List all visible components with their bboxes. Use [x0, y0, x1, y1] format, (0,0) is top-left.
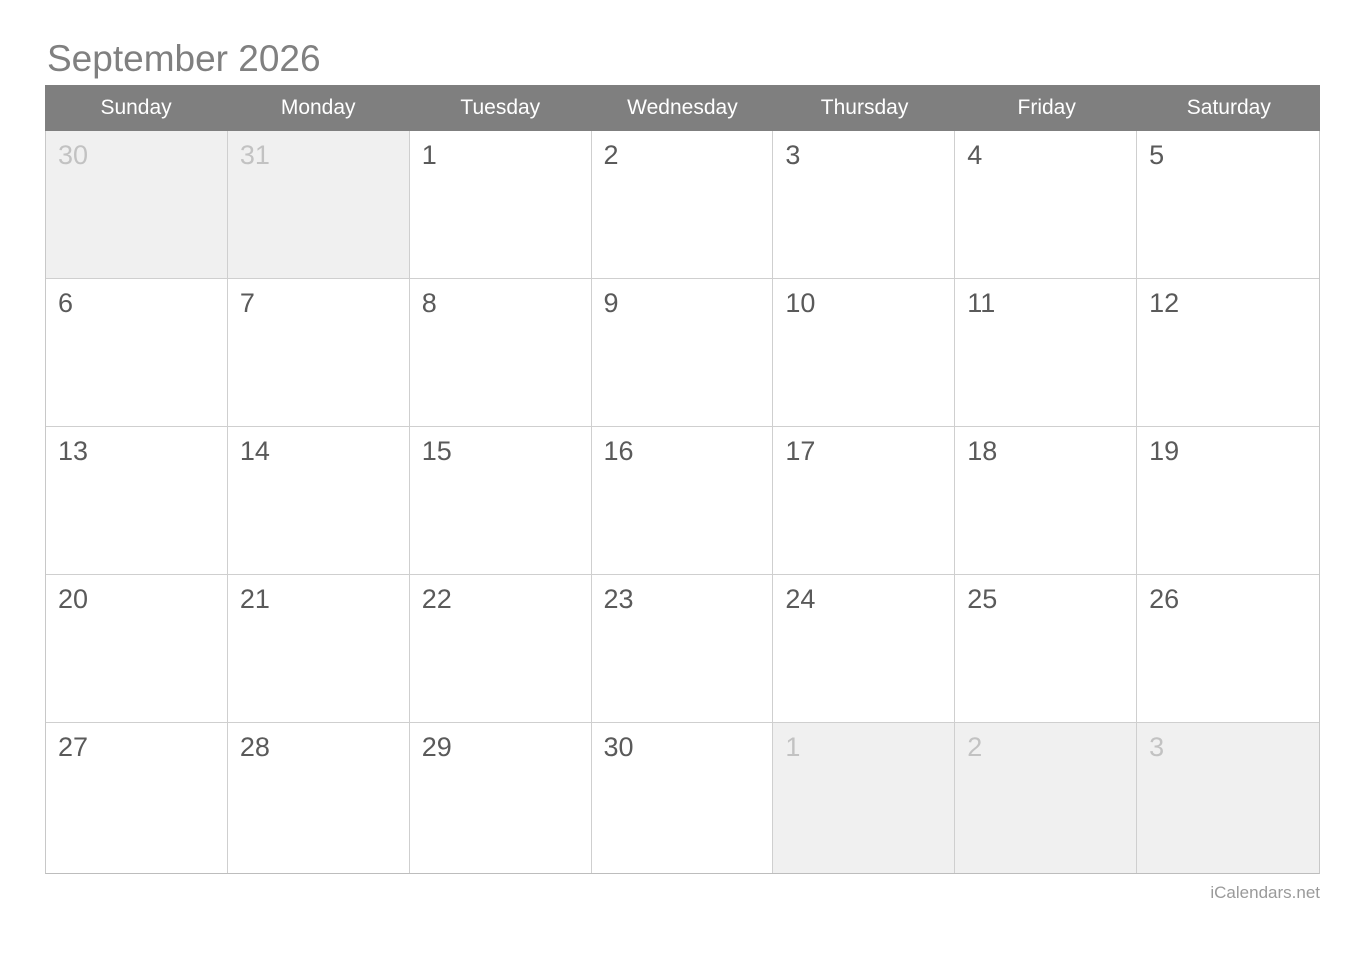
- calendar-day-cell[interactable]: 8: [409, 279, 592, 427]
- calendar-day-cell[interactable]: 7: [227, 279, 410, 427]
- calendar-day-cell[interactable]: 2: [955, 723, 1138, 873]
- calendar-week-row: 27 28 29 30 1 2 3: [46, 723, 1319, 873]
- day-number: 1: [421, 140, 437, 170]
- calendar-day-cell[interactable]: 1: [773, 723, 956, 873]
- day-number: 25: [967, 584, 998, 614]
- weekday-header-wednesday: Wednesday: [627, 96, 738, 119]
- calendar-day-cell[interactable]: 13: [46, 427, 228, 575]
- day-number: 7: [239, 288, 255, 318]
- calendar-day-cell[interactable]: 12: [1137, 279, 1319, 427]
- day-number: 24: [785, 584, 816, 614]
- weekday-header-saturday: Saturday: [1186, 96, 1271, 119]
- calendar-day-cell[interactable]: 16: [591, 427, 774, 575]
- calendar-day-cell[interactable]: 19: [1137, 427, 1319, 575]
- day-number: 30: [603, 732, 634, 762]
- calendar-day-cell[interactable]: 26: [1137, 575, 1319, 723]
- calendar-week-row: 20 21 22 23 24 25 26: [46, 575, 1319, 723]
- day-number: 29: [421, 732, 452, 762]
- day-number: 12: [1149, 288, 1180, 318]
- calendar-weeks: 30 31 1 2 3 4 5 6 7 8 9 10 11 12 13 14 15 16 17 18 19 20 21 22 2…: [45, 131, 1320, 874]
- calendar-day-cell[interactable]: 5: [1137, 131, 1319, 279]
- calendar-day-cell[interactable]: 4: [955, 131, 1138, 279]
- calendar-day-cell[interactable]: 18: [955, 427, 1138, 575]
- calendar-day-cell[interactable]: 10: [773, 279, 956, 427]
- day-number: 19: [1149, 436, 1180, 466]
- calendar-day-cell[interactable]: 24: [773, 575, 956, 723]
- calendar-day-cell[interactable]: 30: [46, 131, 228, 279]
- day-number: 3: [1149, 732, 1165, 762]
- weekday-header-friday: Friday: [1017, 96, 1076, 119]
- calendar-day-cell[interactable]: 21: [227, 575, 410, 723]
- calendar-day-cell[interactable]: 23: [591, 575, 774, 723]
- day-number: 17: [785, 436, 816, 466]
- calendar-day-cell[interactable]: 25: [955, 575, 1138, 723]
- calendar-day-cell[interactable]: 6: [46, 279, 228, 427]
- site-credit: iCalendars.net: [1210, 883, 1320, 902]
- day-number: 22: [421, 584, 452, 614]
- calendar-week-row: 13 14 15 16 17 18 19: [46, 427, 1319, 575]
- calendar-day-cell[interactable]: 29: [409, 723, 592, 873]
- calendar-week-row: 6 7 8 9 10 11 12: [46, 279, 1319, 427]
- day-number: 23: [603, 584, 634, 614]
- weekday-header-row: Sunday Monday Tuesday Wednesday Thursday Frid…: [45, 85, 1320, 131]
- day-number: 10: [785, 288, 816, 318]
- day-number: 27: [58, 732, 89, 762]
- weekday-header-thursday: Thursday: [820, 96, 909, 119]
- calendar-day-cell[interactable]: 28: [227, 723, 410, 873]
- calendar-day-cell[interactable]: 22: [409, 575, 592, 723]
- calendar-day-cell[interactable]: 9: [591, 279, 774, 427]
- day-number: 21: [239, 584, 270, 614]
- calendar-page: September 2026 Sunday Monday Tuesday Wednes…: [0, 0, 1366, 965]
- calendar-day-cell[interactable]: 15: [409, 427, 592, 575]
- calendar-day-cell[interactable]: 14: [227, 427, 410, 575]
- day-number: 1: [785, 732, 801, 762]
- calendar-day-cell[interactable]: 20: [46, 575, 228, 723]
- calendar-day-cell[interactable]: 27: [46, 723, 228, 873]
- day-number: 26: [1149, 584, 1180, 614]
- calendar-day-cell[interactable]: 2: [591, 131, 774, 279]
- day-number: 15: [421, 436, 452, 466]
- day-number: 18: [967, 436, 998, 466]
- calendar-day-cell[interactable]: 1: [409, 131, 592, 279]
- day-number: 20: [58, 584, 89, 614]
- day-number: 16: [603, 436, 634, 466]
- calendar-day-cell[interactable]: 11: [955, 279, 1138, 427]
- calendar-week-row: 30 31 1 2 3 4 5: [46, 131, 1319, 279]
- day-number: 8: [421, 288, 437, 318]
- day-number: 28: [239, 732, 270, 762]
- calendar-grid: Sunday Monday Tuesday Wednesday Thursday Frid…: [45, 85, 1320, 874]
- day-number: 11: [967, 288, 996, 318]
- calendar-day-cell[interactable]: 17: [773, 427, 956, 575]
- day-number: 30: [58, 140, 89, 170]
- day-number: 2: [967, 732, 983, 762]
- day-number: 4: [967, 140, 983, 170]
- day-number: 5: [1149, 140, 1165, 170]
- day-number: 9: [603, 288, 619, 318]
- page-title: September 2026: [47, 38, 321, 79]
- day-number: 3: [785, 140, 801, 170]
- day-number: 31: [239, 140, 270, 170]
- weekday-header-sunday: Sunday: [100, 96, 172, 119]
- calendar-day-cell[interactable]: 3: [1137, 723, 1319, 873]
- weekday-header-monday: Monday: [280, 96, 356, 119]
- weekday-header-tuesday: Tuesday: [460, 96, 541, 119]
- calendar-day-cell[interactable]: 3: [773, 131, 956, 279]
- day-number: 2: [603, 140, 619, 170]
- calendar-day-cell[interactable]: 30: [591, 723, 774, 873]
- day-number: 13: [58, 436, 89, 466]
- calendar-day-cell[interactable]: 31: [227, 131, 410, 279]
- day-number: 14: [239, 436, 270, 466]
- day-number: 6: [58, 288, 74, 318]
